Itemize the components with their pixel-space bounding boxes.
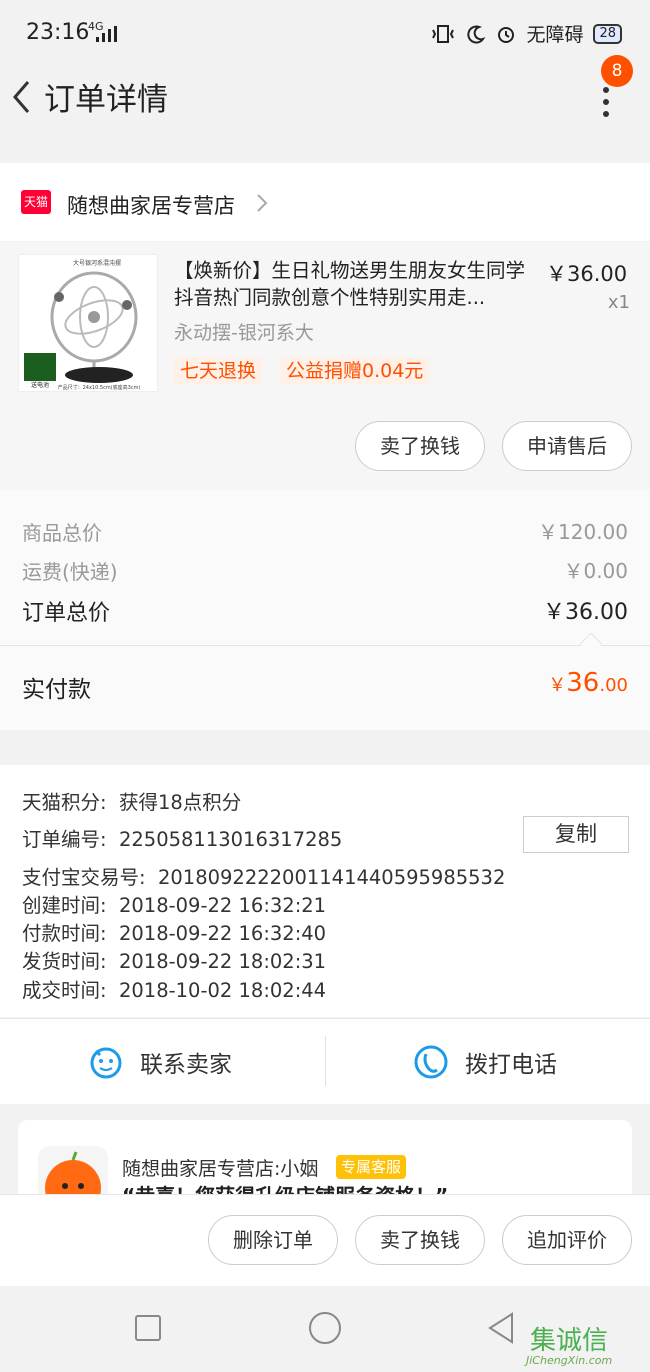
after-sales-button[interactable]: 申请售后 (502, 421, 632, 471)
paid-time-row: 付款时间: 2018-09-22 16:32:40 (22, 922, 327, 945)
watermark-url: JiChengXin.com (526, 1354, 613, 1367)
order-total-value: ￥36.00 (543, 600, 628, 625)
shipping-label: 运费(快递) (22, 560, 118, 584)
tmall-logo: 天猫 (21, 190, 51, 214)
nav-bar: 订单详情 (0, 64, 650, 138)
contact-divider (325, 1036, 326, 1086)
contact-seller-button[interactable]: 联系卖家 (88, 1040, 232, 1084)
moon-icon (467, 25, 486, 43)
goods-total-label: 商品总价 (22, 521, 102, 545)
page-title: 订单详情 (44, 82, 168, 118)
paid-amount-value: ￥36.00 (548, 668, 628, 698)
exclusive-service-badge: 专属客服 (336, 1155, 407, 1179)
home-icon[interactable] (307, 1310, 343, 1346)
svg-text:产品尺寸：24x10.5cm(底座高3cm): 产品尺寸：24x10.5cm(底座高3cm) (58, 384, 141, 391)
copy-button[interactable]: 复制 (523, 816, 629, 853)
alipay-row: 支付宝交易号: 2018092222001141440595985532 (22, 866, 506, 889)
svg-text:送电池: 送电池 (31, 381, 49, 389)
phone-icon (414, 1045, 448, 1079)
resell-button[interactable]: 卖了换钱 (355, 421, 485, 471)
accessibility-text: 无障碍 (526, 24, 584, 46)
status-time: 23:16 (26, 20, 90, 45)
goods-total-value: ￥120.00 (538, 520, 628, 544)
product-title[interactable]: 【焕新价】生日礼物送男生朋友女生同学抖音热门同款创意个性特别实用走... (174, 257, 538, 311)
chat-face-icon (90, 1047, 122, 1079)
alarm-icon (498, 26, 515, 43)
call-phone-label: 拨打电话 (465, 1052, 557, 1078)
shipping-value: ￥0.00 (563, 559, 628, 583)
add-review-button[interactable]: 追加评价 (502, 1215, 632, 1265)
product-quantity: x1 (607, 292, 630, 313)
order-number-row: 订单编号: 225058113016317285 (22, 828, 343, 851)
product-price: ￥36.00 (546, 262, 628, 286)
recent-apps-icon[interactable] (130, 1310, 166, 1346)
svg-text:大号银河系混沌摆: 大号银河系混沌摆 (73, 259, 121, 267)
contact-seller-label: 联系卖家 (140, 1052, 232, 1078)
shop-name[interactable]: 随想曲家居专营店 (67, 190, 235, 220)
notification-badge: 8 (601, 55, 633, 87)
call-phone-button[interactable]: 拨打电话 (413, 1040, 557, 1084)
resell-bottom-button[interactable]: 卖了换钱 (355, 1215, 485, 1265)
completed-time-row: 成交时间: 2018-10-02 18:02:44 (22, 979, 327, 1002)
charity-tag: 公益捐赠0.04元 (280, 357, 430, 385)
back-triangle-icon[interactable] (484, 1310, 520, 1346)
signal-icon (96, 26, 117, 42)
shipped-time-row: 发货时间: 2018-09-22 18:02:31 (22, 950, 327, 973)
paid-amount-label: 实付款 (22, 677, 91, 703)
order-total-label: 订单总价 (22, 601, 111, 626)
service-message: “恭喜！您获得升级店铺服务资格！” (122, 1180, 448, 1194)
pendulum-image: 大号银河系混沌摆 送电池 产品尺寸：24x10.5cm(底座高3cm) (24, 259, 141, 391)
vibrate-icon (432, 24, 455, 43)
battery-indicator: 28 (593, 23, 622, 44)
status-bar: 23:16 4G 无障碍 28 (0, 0, 650, 64)
delete-order-button[interactable]: 删除订单 (208, 1215, 338, 1265)
product-thumbnail[interactable]: 大号银河系混沌摆 送电池 产品尺寸：24x10.5cm(底座高3cm) (18, 254, 158, 392)
service-agent-name: 随想曲家居专营店:小姻 (122, 1158, 319, 1180)
created-time-row: 创建时间: 2018-09-22 16:32:21 (22, 894, 327, 917)
product-sku: 永动摆-银河系大 (174, 322, 314, 344)
more-options-icon[interactable] (596, 84, 616, 124)
chevron-right-icon[interactable] (255, 193, 269, 213)
points-row: 天猫积分: 获得18点积分 (22, 791, 242, 814)
watermark: 集诚信 (530, 1326, 609, 1356)
back-arrow-icon[interactable] (8, 72, 38, 122)
divider (0, 645, 650, 646)
return-policy-tag: 七天退换 (174, 357, 263, 385)
